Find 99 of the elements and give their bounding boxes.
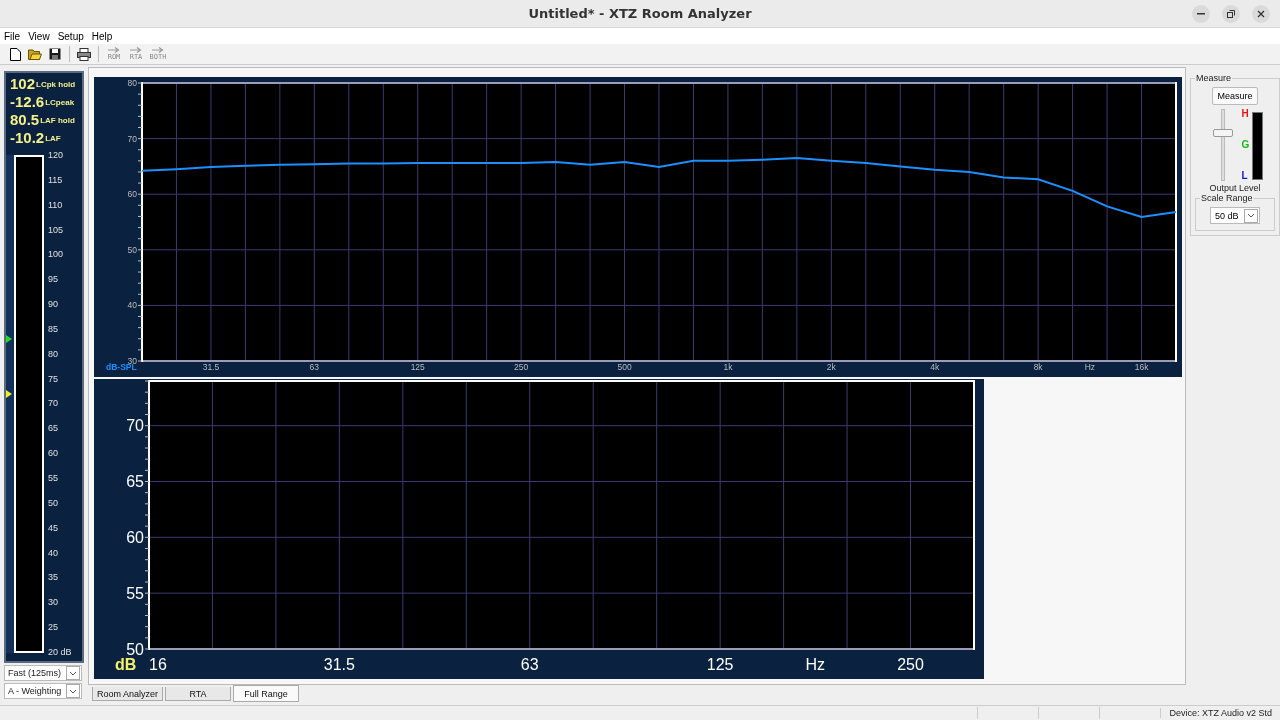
level-reading: 102 <box>10 76 36 92</box>
x-tick-label: 63 <box>520 656 539 673</box>
tab[interactable]: Room Analyzer <box>92 687 164 701</box>
range-letter: L <box>1241 171 1249 181</box>
menu-item[interactable]: File <box>4 30 21 42</box>
arrow-right-icon <box>152 47 164 53</box>
scale-label: 90 <box>48 300 59 310</box>
x-tick-label: 16 <box>149 656 167 673</box>
x-tick-label: 500 <box>617 362 632 372</box>
x-tick-label: 16k <box>1134 362 1149 372</box>
group-title: Scale Range <box>1200 193 1254 203</box>
minimize-button[interactable] <box>1192 5 1210 23</box>
output-level-slider[interactable] <box>1212 109 1233 181</box>
scale-label: 110 <box>48 200 64 210</box>
printer-icon <box>77 47 91 61</box>
scale-label: 60 <box>48 449 59 459</box>
measure-button[interactable]: Measure <box>1212 87 1258 105</box>
blank-page-icon <box>9 47 21 61</box>
dropdown-button[interactable] <box>66 666 80 680</box>
y-axis-title: dB <box>115 656 137 673</box>
scale-label: 20 dB <box>48 647 72 657</box>
scale-range-select[interactable]: 50 dB <box>1210 207 1260 224</box>
weighting-select[interactable]: A - Weighting <box>4 683 82 699</box>
chevron-down-icon <box>69 688 77 694</box>
scale-label: 75 <box>48 374 59 384</box>
y-tick-label: 80 <box>127 77 137 88</box>
scale-label: 100 <box>48 250 65 260</box>
y-axis-title: dB-SPL <box>106 362 137 372</box>
scale-label: 105 <box>48 225 65 235</box>
dropdown-button[interactable] <box>66 684 80 698</box>
group-title: Measure <box>1195 73 1232 83</box>
x-tick-label: 1k <box>723 362 733 372</box>
scale-label: 80 <box>48 349 59 359</box>
maximize-button[interactable] <box>1222 5 1240 23</box>
reading-label: LCpeak <box>45 97 75 107</box>
y-tick-label: 55 <box>126 584 144 602</box>
restore-icon <box>1227 10 1235 18</box>
y-tick-label: 60 <box>126 528 144 546</box>
y-tick-label: 50 <box>127 244 137 255</box>
close-icon <box>1257 10 1265 18</box>
range-letter: H <box>1241 109 1250 119</box>
response-select[interactable]: Fast (125ms) <box>4 665 82 681</box>
y-tick-label: 40 <box>127 300 137 311</box>
close-button[interactable] <box>1252 5 1270 23</box>
x-tick-label: 63 <box>309 362 320 372</box>
scale-label: 35 <box>48 573 59 583</box>
x-tick-label: 31.5 <box>323 656 355 673</box>
scale-label: 40 <box>48 548 59 558</box>
scale-label: 45 <box>48 523 59 533</box>
window-title: Untitled* - XTZ Room Analyzer <box>528 6 752 21</box>
reading-label: LAF hold <box>40 115 75 125</box>
scale-label: 120 <box>48 151 65 160</box>
x-tick-label: 250 <box>514 362 529 372</box>
arrow-right-icon <box>108 47 120 53</box>
print-button[interactable] <box>75 45 93 63</box>
x-tick-label: 4k <box>930 362 940 372</box>
output-meter <box>1252 112 1264 180</box>
y-tick-label: 70 <box>127 133 137 144</box>
scale-label: 95 <box>48 275 59 285</box>
y-tick-label: 70 <box>126 417 144 435</box>
scale-label: 30 <box>48 598 59 608</box>
menu-item[interactable]: Help <box>91 30 113 42</box>
y-tick-label: 60 <box>127 189 137 200</box>
minimize-icon <box>1197 13 1205 15</box>
x-tick-label: 250 <box>897 656 924 673</box>
tab[interactable]: Full Range <box>233 685 300 702</box>
slider-thumb[interactable] <box>1212 129 1233 138</box>
scale-label: 115 <box>48 175 64 185</box>
menu-item[interactable]: Setup <box>57 30 84 42</box>
dropdown-button[interactable] <box>1244 208 1258 223</box>
scale-label: 55 <box>48 473 59 483</box>
arrow-right-icon <box>130 47 142 53</box>
x-tick-label: 8k <box>1033 362 1043 372</box>
chevron-down-icon <box>1247 213 1255 218</box>
y-tick-label: 50 <box>126 640 144 658</box>
folder-icon <box>28 48 42 60</box>
scale-label: 65 <box>48 424 59 434</box>
scale-label: 25 <box>48 623 59 633</box>
scale-label: 70 <box>48 399 59 409</box>
x-axis-title: Hz <box>805 656 826 673</box>
scale-label: 50 <box>48 498 59 508</box>
reading-label: LCpk hold <box>36 79 76 89</box>
scale-label: 85 <box>48 324 59 334</box>
level-reading: -12.6 <box>10 94 45 110</box>
x-tick-label: 31.5 <box>202 362 220 372</box>
range-letter: G <box>1241 140 1250 150</box>
level-reading: -10.2 <box>10 130 45 146</box>
output-level-label: Output Level <box>1209 183 1261 193</box>
menu-item[interactable]: View <box>28 30 50 42</box>
y-tick-label: 65 <box>126 473 144 491</box>
device-status: Device: XTZ Audio v2 Std <box>1160 708 1280 718</box>
x-tick-label: 2k <box>826 362 836 372</box>
x-tick-label: 125 <box>706 656 734 673</box>
x-axis-title: Hz <box>1084 362 1096 372</box>
x-tick-label: 125 <box>410 362 425 372</box>
chevron-down-icon <box>69 670 77 676</box>
tab[interactable]: RTA <box>165 687 232 701</box>
reading-label: LAF <box>45 133 61 143</box>
level-reading: 80.5 <box>10 112 40 128</box>
